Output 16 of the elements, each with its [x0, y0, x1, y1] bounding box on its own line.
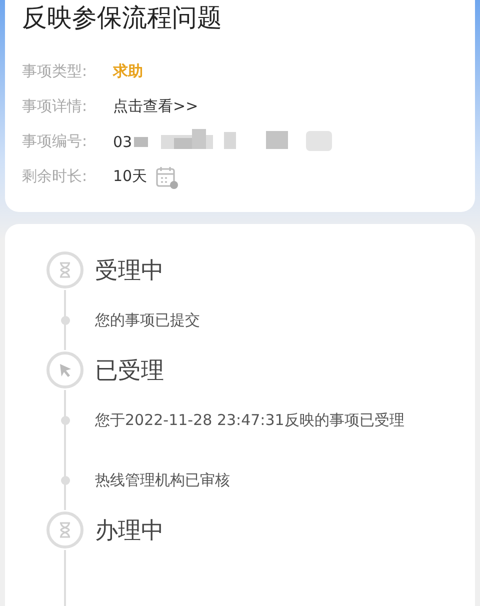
field-value: 03: [113, 132, 132, 150]
event-text: 您的事项已提交: [95, 310, 200, 330]
event-text: 您于2022-11-28 23:47:31反映的事项已受理: [95, 410, 404, 430]
view-details-link[interactable]: 点击查看>>: [113, 97, 198, 116]
field-label: 事项类型:: [22, 62, 88, 81]
event-text: 热线管理机构已审核: [95, 470, 230, 490]
field-label: 事项详情:: [22, 97, 88, 116]
field-value: 10天: [113, 167, 148, 186]
stage-title: 受理中: [95, 256, 164, 286]
field-label: 剩余时长:: [22, 167, 88, 186]
page-title: 反映参保流程问题: [22, 2, 223, 34]
field-label: 事项编号:: [22, 132, 88, 151]
field-value: 求助: [113, 62, 143, 81]
stage-title: 已受理: [95, 356, 164, 386]
stage-title: 办理中: [95, 516, 164, 546]
calendar-info-icon: [155, 164, 180, 188]
